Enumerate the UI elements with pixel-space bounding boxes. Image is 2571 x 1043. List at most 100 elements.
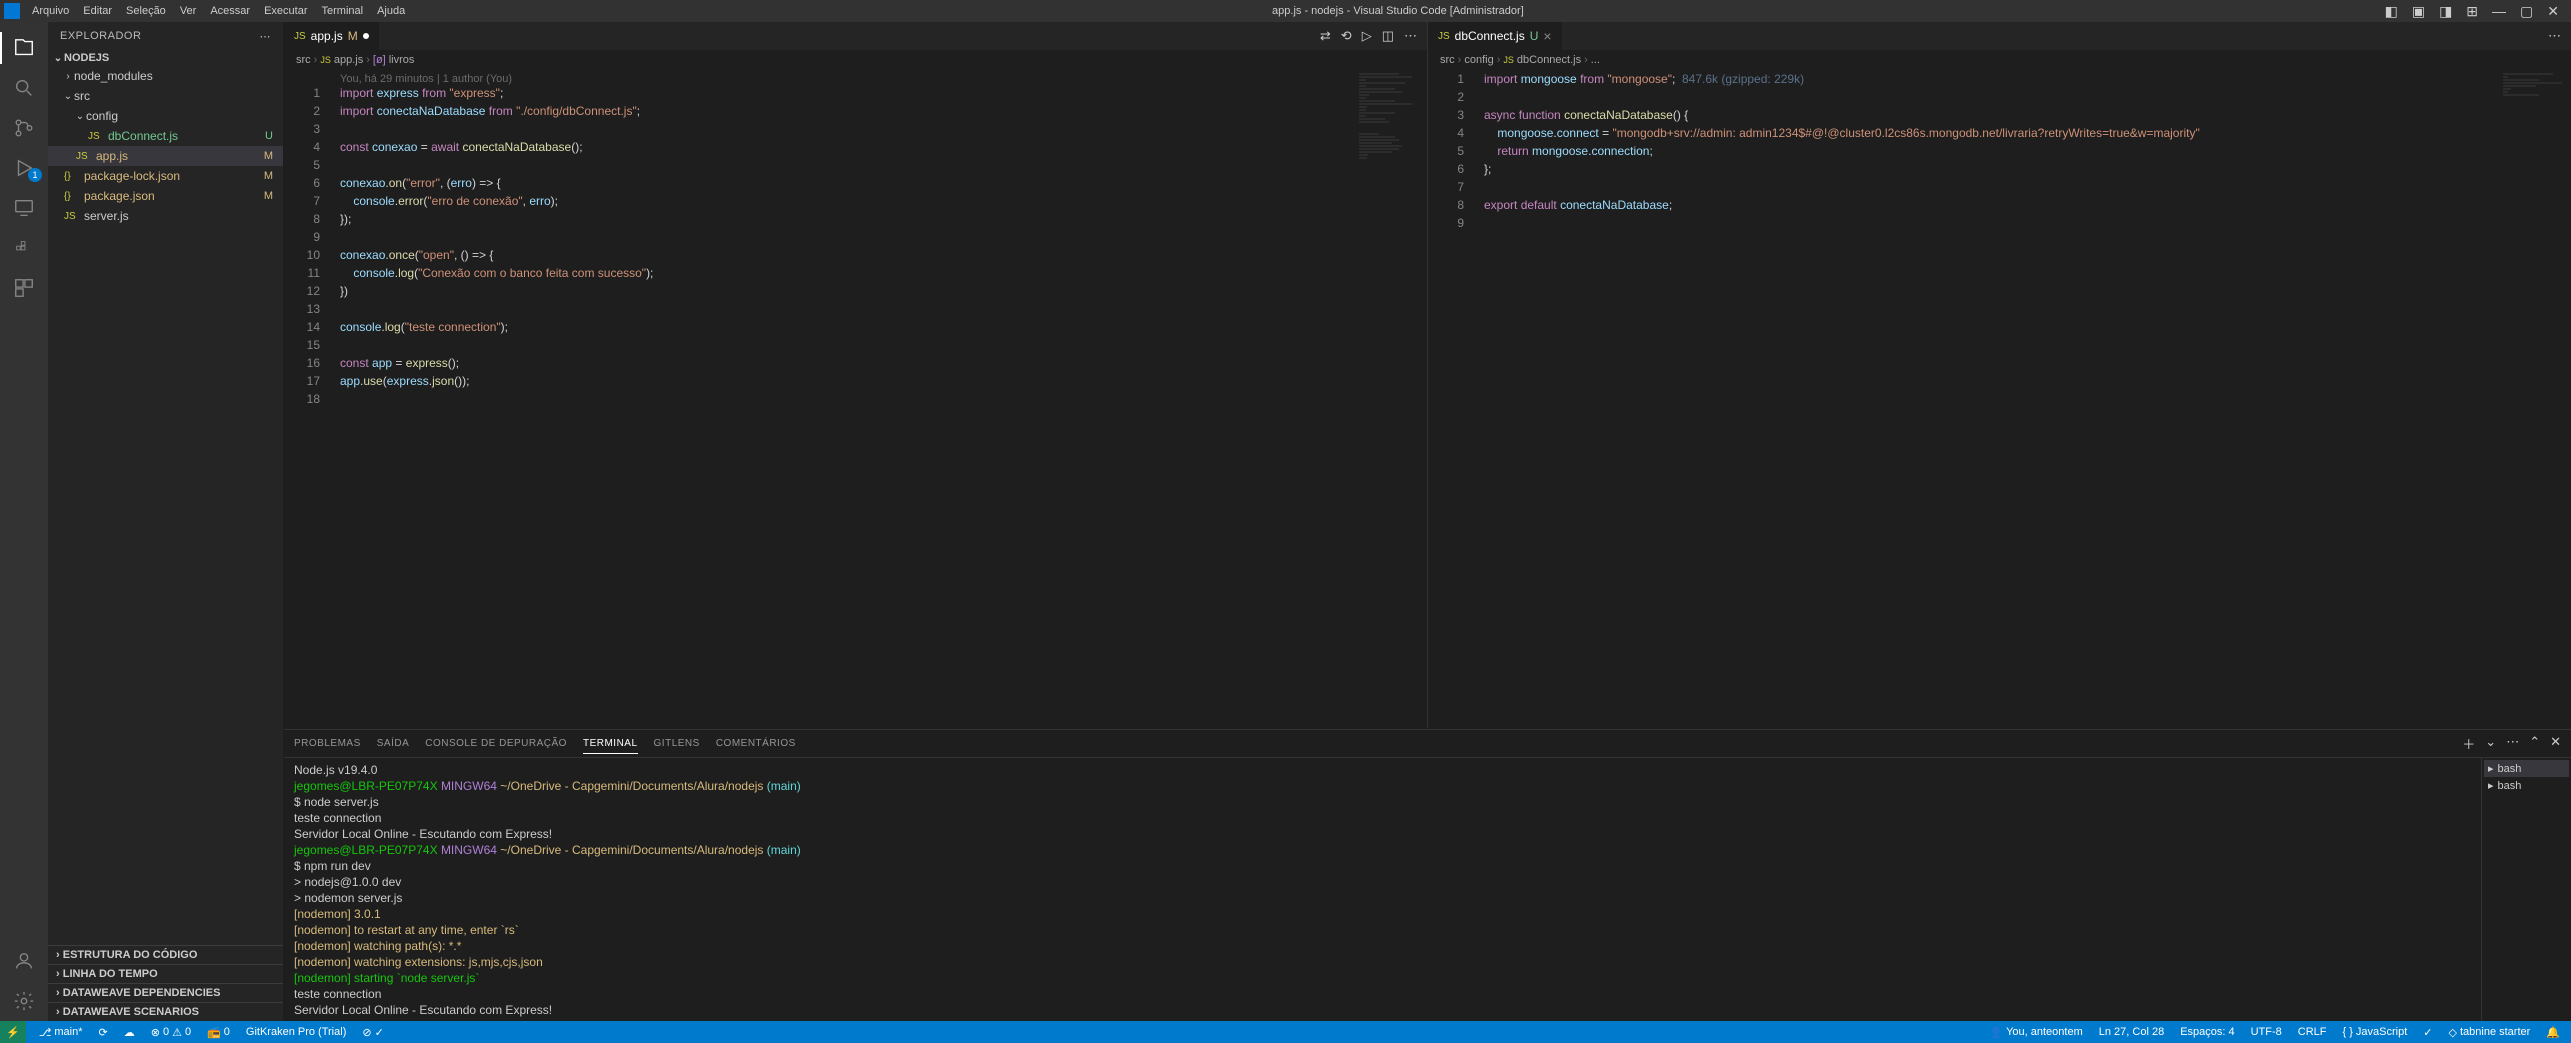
panel-tab-terminal[interactable]: TERMINAL xyxy=(583,734,638,754)
close-tab-icon[interactable]: × xyxy=(1543,28,1551,44)
terminal-item-1[interactable]: ▸bash xyxy=(2484,760,2569,777)
status-prettier[interactable]: ⊘ ✓ xyxy=(359,1026,387,1039)
scm-badge: 1 xyxy=(28,168,42,182)
tab-app-js[interactable]: JS app.js M xyxy=(284,22,380,50)
activity-run-debug-icon[interactable]: 1 xyxy=(0,148,48,188)
activity-docker-icon[interactable] xyxy=(0,228,48,268)
status-cloud[interactable]: ☁ xyxy=(121,1026,138,1039)
tree-item-package-lock[interactable]: {} package-lock.json M xyxy=(48,166,283,186)
tree-root[interactable]: ⌄NODEJS xyxy=(48,50,283,66)
panel-tab-saida[interactable]: SAÍDA xyxy=(377,734,410,753)
close-icon[interactable]: ✕ xyxy=(2547,3,2559,20)
minimap[interactable] xyxy=(1357,70,1427,728)
activity-accounts-icon[interactable] xyxy=(0,941,48,981)
json-file-icon: {} xyxy=(64,191,80,202)
layout-panel-right-icon[interactable]: ◨ xyxy=(2439,3,2452,20)
status-gitkraken[interactable]: GitKraken Pro (Trial) xyxy=(243,1026,349,1038)
minimize-icon[interactable]: — xyxy=(2492,3,2506,20)
maximize-panel-icon[interactable]: ⌃ xyxy=(2529,734,2540,753)
vscode-logo-icon xyxy=(4,3,20,19)
minimap[interactable] xyxy=(2501,70,2571,728)
activity-remote-explorer-icon[interactable] xyxy=(0,188,48,228)
status-cursor[interactable]: Ln 27, Col 28 xyxy=(2096,1026,2167,1038)
status-branch[interactable]: ⎇ main* xyxy=(36,1026,86,1039)
section-linha-tempo[interactable]: › LINHA DO TEMPO xyxy=(48,964,283,983)
run-icon[interactable]: ▷ xyxy=(1362,28,1372,44)
tab-dbconnect-js[interactable]: JS dbConnect.js U × xyxy=(1428,22,1563,50)
menu-editar[interactable]: Editar xyxy=(77,3,118,19)
editor-more-icon[interactable]: ⋯ xyxy=(1404,28,1417,44)
close-panel-icon[interactable]: ✕ xyxy=(2550,734,2561,753)
menu-terminal[interactable]: Terminal xyxy=(316,3,370,19)
terminal-dropdown-icon[interactable]: ⌄ xyxy=(2485,734,2496,753)
customize-layout-icon[interactable]: ⊞ xyxy=(2466,3,2478,20)
tree-item-src[interactable]: ⌄src xyxy=(48,86,283,106)
line-gutter: 123456789 101112131415161718 xyxy=(284,70,334,728)
split-editor-icon[interactable]: ◫ xyxy=(1382,28,1394,44)
status-sync[interactable]: ⟳ xyxy=(96,1026,111,1039)
activity-source-control-icon[interactable] xyxy=(0,108,48,148)
status-encoding[interactable]: UTF-8 xyxy=(2248,1026,2285,1038)
remote-indicator[interactable]: ⚡ xyxy=(0,1021,26,1043)
layout-panel-left-icon[interactable]: ◧ xyxy=(2385,3,2398,20)
split-terminal-icon[interactable]: ⋯ xyxy=(2506,734,2519,753)
tree-item-app[interactable]: JS app.js M xyxy=(48,146,283,166)
code-editor-1[interactable]: 123456789 101112131415161718 You, há 29 … xyxy=(284,70,1427,728)
menu-acessar[interactable]: Acessar xyxy=(204,3,256,19)
status-prettier-check[interactable]: ✓ xyxy=(2420,1026,2435,1039)
status-ports[interactable]: 📻 0 xyxy=(204,1026,233,1039)
breadcrumb[interactable]: src› JS app.js› [ø] livros xyxy=(284,50,1427,70)
terminal-item-2[interactable]: ▸bash xyxy=(2484,777,2569,794)
new-terminal-icon[interactable]: ＋ xyxy=(2462,734,2475,753)
panel-tab-console[interactable]: CONSOLE DE DEPURAÇÃO xyxy=(425,734,567,753)
panel-tab-gitlens[interactable]: GITLENS xyxy=(654,734,700,753)
code-editor-2[interactable]: 123456789 import mongoose from "mongoose… xyxy=(1428,70,2571,728)
tree-item-node-modules[interactable]: ›node_modules xyxy=(48,66,283,86)
tree-item-config[interactable]: ⌄config xyxy=(48,106,283,126)
section-dw-scenarios[interactable]: › DATAWEAVE SCENARIOS xyxy=(48,1002,283,1021)
status-tabnine[interactable]: ◇ tabnine starter xyxy=(2446,1026,2534,1039)
panel-tab-problemas[interactable]: PROBLEMAS xyxy=(294,734,361,753)
line-gutter: 123456789 xyxy=(1428,70,1478,728)
sidebar-more-icon[interactable]: ⋯ xyxy=(260,30,272,43)
git-blame-annotation: You, há 29 minutos | 1 author (You) xyxy=(340,70,1357,84)
status-blame[interactable]: 👤 You, anteontem xyxy=(1986,1026,2085,1039)
editor-more-icon[interactable]: ⋯ xyxy=(2548,28,2561,44)
activity-extensions-icon[interactable] xyxy=(0,268,48,308)
js-file-icon: JS xyxy=(88,131,104,142)
menu-ver[interactable]: Ver xyxy=(174,3,203,19)
status-eol[interactable]: CRLF xyxy=(2295,1026,2330,1038)
section-dw-deps[interactable]: › DATAWEAVE DEPENDENCIES xyxy=(48,983,283,1002)
maximize-icon[interactable]: ▢ xyxy=(2520,3,2533,20)
menu-ajuda[interactable]: Ajuda xyxy=(371,3,411,19)
dirty-indicator-icon xyxy=(363,33,369,39)
section-estrutura[interactable]: › ESTRUTURA DO CÓDIGO xyxy=(48,945,283,964)
menu-executar[interactable]: Executar xyxy=(258,3,313,19)
menu-arquivo[interactable]: Arquivo xyxy=(26,3,75,19)
layout-panel-bottom-icon[interactable]: ▣ xyxy=(2412,3,2425,20)
activity-search-icon[interactable] xyxy=(0,68,48,108)
git-status-modified: M xyxy=(264,150,273,162)
panel-tab-comments[interactable]: COMENTÁRIOS xyxy=(716,734,796,753)
person-icon: 👤 xyxy=(1989,1026,2003,1039)
breadcrumb[interactable]: src› config› JS dbConnect.js› ... xyxy=(1428,50,2571,70)
status-language[interactable]: { } JavaScript xyxy=(2340,1026,2411,1038)
status-notifications-icon[interactable]: 🔔 xyxy=(2543,1026,2563,1039)
menu-selecao[interactable]: Seleção xyxy=(120,3,172,19)
status-problems[interactable]: ⊗ 0 ⚠ 0 xyxy=(148,1026,194,1039)
editor-group-2: JS dbConnect.js U × ⋯ src› config› JS db… xyxy=(1428,22,2571,728)
status-indent[interactable]: Espaços: 4 xyxy=(2177,1026,2237,1038)
js-file-icon: JS xyxy=(1438,31,1450,42)
explorer-sidebar: EXPLORADOR ⋯ ⌄NODEJS ›node_modules ⌄src … xyxy=(48,22,284,1021)
tree-item-package[interactable]: {} package.json M xyxy=(48,186,283,206)
tabnine-icon: ◇ xyxy=(2449,1026,2457,1039)
terminal-output[interactable]: Node.js v19.4.0 jegomes@LBR-PE07P74X MIN… xyxy=(284,758,2481,1021)
tree-item-dbconnect[interactable]: JS dbConnect.js U xyxy=(48,126,283,146)
activity-explorer-icon[interactable] xyxy=(0,28,48,68)
tree-item-server[interactable]: JS server.js xyxy=(48,206,283,226)
error-icon: ⊗ xyxy=(151,1026,160,1039)
compare-changes-icon[interactable]: ⇄ xyxy=(1320,28,1331,44)
open-changes-icon[interactable]: ⟲ xyxy=(1341,28,1352,44)
terminal-list: ▸bash ▸bash xyxy=(2481,758,2571,1021)
activity-settings-icon[interactable] xyxy=(0,981,48,1021)
